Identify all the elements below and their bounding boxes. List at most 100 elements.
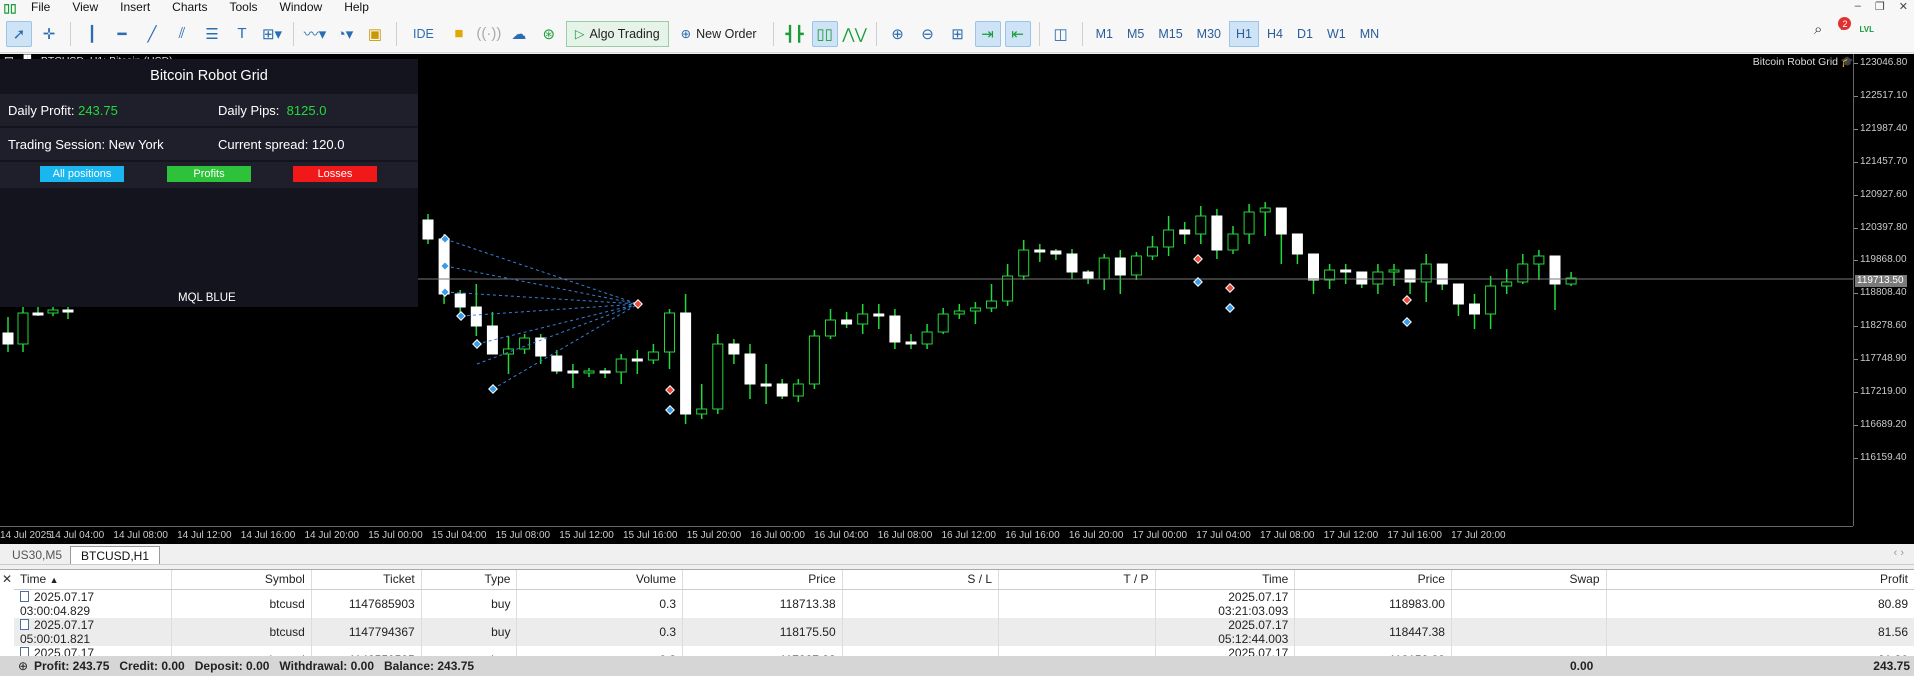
zoom-out-icon[interactable]: ⊖: [915, 21, 941, 47]
column-ticket[interactable]: Ticket: [311, 570, 422, 590]
menu-insert[interactable]: Insert: [109, 0, 161, 15]
table-row[interactable]: 2025.07.17 03:00:04.829 btcusd 1147685903 b…: [14, 589, 1914, 618]
new-order-button[interactable]: ⊕ New Order: [673, 21, 765, 47]
candle-body: [599, 370, 611, 374]
minimize-icon[interactable]: –: [1855, 0, 1861, 13]
menu-help[interactable]: Help: [333, 0, 380, 15]
column-type[interactable]: Type: [421, 570, 518, 590]
signals-icon[interactable]: ((·)): [476, 21, 502, 47]
column-profit[interactable]: Profit: [1606, 570, 1914, 590]
candle-body: [1018, 249, 1030, 277]
column-tp[interactable]: T / P: [998, 570, 1156, 590]
column-sl[interactable]: S / L: [842, 570, 1000, 590]
price-tick-label: 116689.20: [1854, 418, 1907, 430]
column-time[interactable]: Time ▲: [14, 570, 173, 590]
timeframe-d1[interactable]: D1: [1291, 21, 1319, 47]
restore-icon[interactable]: ❐: [1875, 0, 1885, 13]
time-tick-label: 17 Jul 16:00: [1387, 530, 1442, 541]
close-terminal-icon[interactable]: ✕: [2, 572, 12, 586]
candle-body: [1114, 257, 1126, 276]
trade-marker[interactable]: [665, 405, 675, 415]
cursor-icon[interactable]: ➚: [6, 20, 32, 47]
vertical-line-icon[interactable]: ┃: [79, 21, 105, 47]
tabs-scroll-icon[interactable]: ‹ ›: [1894, 547, 1904, 559]
trade-marker[interactable]: [665, 385, 675, 395]
candle-body: [937, 313, 949, 333]
trade-marker[interactable]: [472, 339, 482, 349]
screenshot-icon[interactable]: ◫: [1048, 21, 1074, 47]
losses-button[interactable]: Losses: [293, 166, 377, 182]
candle-body: [647, 351, 659, 361]
timeframe-mn[interactable]: MN: [1354, 21, 1385, 47]
time-tick-label: 16 Jul 00:00: [750, 530, 805, 541]
trade-marker[interactable]: [488, 384, 498, 394]
horizontal-line-icon[interactable]: ━: [109, 21, 135, 47]
channel-icon[interactable]: ⫽: [169, 21, 195, 47]
timeframe-h4[interactable]: H4: [1261, 21, 1289, 47]
indicators-icon[interactable]: 〰▾: [302, 21, 328, 47]
time-tick-label: 16 Jul 12:00: [941, 530, 997, 541]
expert-icon[interactable]: ▣: [362, 21, 388, 47]
trade-marker[interactable]: [1225, 283, 1235, 293]
trade-marker[interactable]: [1402, 317, 1412, 327]
timeframe-m5[interactable]: M5: [1121, 21, 1150, 47]
table-row[interactable]: 2025.07.17 05:00:01.821 btcusd 1147794367 b…: [14, 617, 1914, 646]
ide-button[interactable]: IDE: [405, 21, 442, 47]
candle-body: [1388, 269, 1400, 273]
trend-line-icon[interactable]: ╱: [139, 21, 165, 47]
timeframe-m1[interactable]: M1: [1090, 21, 1119, 47]
zoom-in-icon[interactable]: ⊕: [885, 21, 911, 47]
table-header: Time ▲ Symbol Ticket Type Volume Price S…: [14, 570, 1914, 590]
trade-marker[interactable]: [1402, 295, 1412, 305]
trade-marker[interactable]: [633, 299, 643, 309]
crosshair-icon[interactable]: ✛: [36, 21, 62, 47]
timeframe-w1[interactable]: W1: [1321, 21, 1352, 47]
timeframe-m15[interactable]: M15: [1152, 21, 1188, 47]
timeframe-m30[interactable]: M30: [1191, 21, 1227, 47]
search-icon[interactable]: ⌕: [1814, 21, 1822, 38]
column-volume[interactable]: Volume: [516, 570, 684, 590]
trade-marker[interactable]: [1225, 303, 1235, 313]
deal-time: 2025.07.17 05:00:01.821: [20, 617, 95, 646]
table-cell: 118175.50: [682, 617, 843, 646]
bar-chart-icon[interactable]: ┫┣: [782, 21, 808, 47]
trade-marker[interactable]: [1193, 254, 1203, 264]
algo-trading-button[interactable]: ▷ Algo Trading: [565, 20, 669, 47]
timeframe-h1[interactable]: H1: [1228, 20, 1259, 47]
menu-tools[interactable]: Tools: [219, 0, 269, 15]
line-chart-icon[interactable]: ⋀⋁: [842, 21, 868, 47]
community-icon[interactable]: ⊛: [536, 21, 562, 47]
price-tick-label: 122517.10: [1853, 89, 1908, 101]
tab-btcusd[interactable]: BTCUSD,H1: [70, 546, 161, 564]
column-close-time[interactable]: Time: [1155, 570, 1296, 590]
trade-marker[interactable]: [456, 311, 466, 321]
chart-area[interactable]: ▤ ▐▌ BTCUSD, H1: Bitcoin (USD) Bitcoin R…: [0, 54, 1914, 544]
text-tool-icon[interactable]: T: [229, 21, 255, 47]
close-icon[interactable]: ✕: [1899, 0, 1908, 13]
vps-icon[interactable]: ☁: [506, 21, 532, 47]
column-price[interactable]: Price: [682, 570, 843, 590]
candlestick-icon[interactable]: ▯▯: [811, 20, 838, 47]
tile-windows-icon[interactable]: ⊞: [945, 21, 971, 47]
column-close-price[interactable]: Price: [1294, 570, 1452, 590]
profits-button[interactable]: Profits: [167, 166, 251, 182]
notifications-icon[interactable]: ◔ 2: [1836, 17, 1852, 38]
chart-type-icon[interactable]: ◔▾: [332, 21, 358, 47]
tab-us30[interactable]: US30,M5: [2, 546, 72, 564]
play-icon: ▷: [574, 27, 585, 41]
menu-charts[interactable]: Charts: [161, 0, 218, 15]
market-icon[interactable]: ■: [446, 21, 472, 47]
menu-window[interactable]: Window: [269, 0, 334, 15]
menu-view[interactable]: View: [61, 0, 109, 15]
robot-panel: Bitcoin Robot Grid Daily Profit: 243.75 …: [0, 59, 418, 307]
chart-shift-icon[interactable]: ⇤: [1004, 20, 1031, 47]
trade-connector-line: [460, 303, 639, 317]
shapes-icon[interactable]: ⊞▾: [259, 21, 285, 47]
column-swap[interactable]: Swap: [1451, 570, 1607, 590]
column-symbol[interactable]: Symbol: [171, 570, 312, 590]
price-tick-label: 117748.90: [1854, 353, 1907, 365]
fibonacci-icon[interactable]: ☰: [199, 21, 225, 47]
menu-file[interactable]: File: [20, 0, 61, 15]
auto-scroll-icon[interactable]: ⇥: [974, 20, 1001, 47]
all-positions-button[interactable]: All positions: [40, 166, 124, 182]
